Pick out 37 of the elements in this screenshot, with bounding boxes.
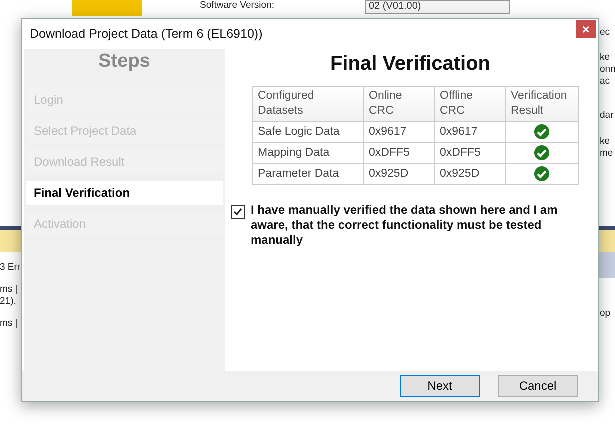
- table-cell: 0xDFF5: [434, 142, 506, 164]
- background-text: dar: [600, 110, 614, 121]
- background-text: op: [600, 308, 611, 319]
- column-header: Online CRC: [364, 86, 434, 122]
- background-text: ke: [600, 136, 610, 147]
- table-cell: Safe Logic Data: [252, 122, 364, 142]
- background-text: ke: [600, 52, 610, 63]
- table-cell: 0x925D: [434, 164, 506, 184]
- background-text: ms |: [0, 284, 18, 295]
- table-cell: 0xDFF5: [364, 142, 434, 164]
- table-cell: 0x9617: [434, 122, 506, 142]
- background-text: ac: [600, 76, 610, 87]
- background-text: 21).: [0, 296, 16, 307]
- background-text: 3 Err: [0, 262, 21, 273]
- panel-title: Steps: [98, 50, 152, 74]
- status-block: [72, 0, 142, 16]
- window-title: Download Project Data (Term 6 (EL6910)): [30, 27, 263, 41]
- background-text: ec: [600, 27, 610, 38]
- background-text: ms |: [0, 318, 18, 329]
- column-header: Offline CRC: [434, 86, 506, 122]
- column-header: Configured Datasets: [252, 86, 364, 122]
- dialog-button[interactable]: Next: [400, 375, 480, 397]
- background-text: onn: [600, 64, 615, 75]
- checkbox[interactable]: [231, 205, 245, 219]
- checkbox-label: I have manually verified the data shown here and I am aware, that the correct functionality must be tested manually: [251, 203, 559, 248]
- page-title: Final Verification: [330, 53, 491, 76]
- table-cell: 0x9617: [364, 122, 434, 142]
- table-cell: 0x925D: [364, 164, 434, 184]
- step-item: Final Verification: [26, 181, 223, 205]
- background-text: me: [600, 148, 614, 159]
- dialog-button[interactable]: Cancel: [498, 375, 578, 397]
- table-cell: Parameter Data: [252, 164, 364, 184]
- field-label: Software Version:: [200, 0, 274, 11]
- close-button[interactable]: ×: [576, 20, 596, 38]
- column-header: Verification Result: [506, 86, 578, 122]
- table-cell: Mapping Data: [252, 142, 364, 164]
- value-field: 02 (V01.00): [365, 0, 510, 14]
